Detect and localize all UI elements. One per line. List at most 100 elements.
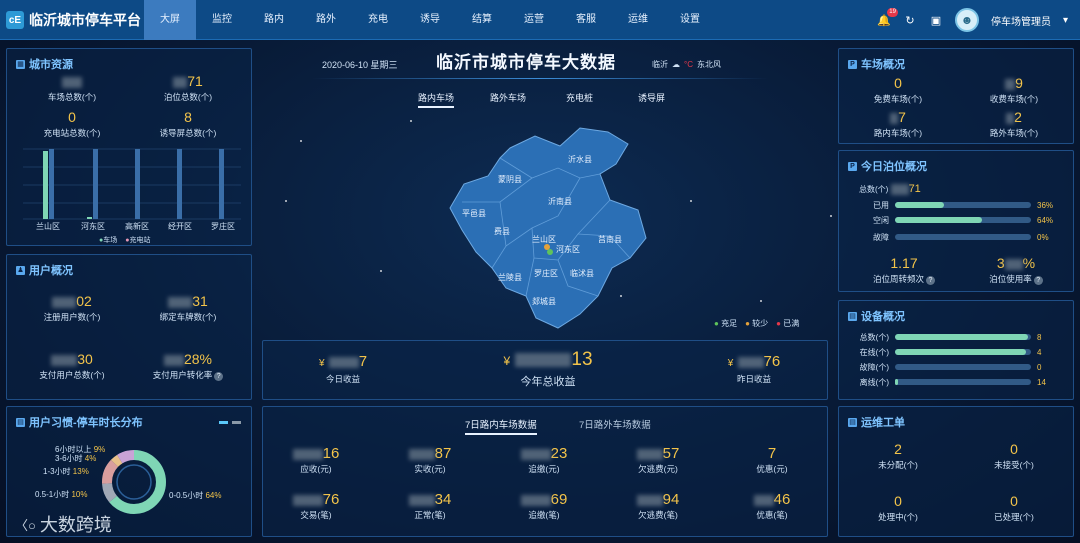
nav-item-guidance[interactable]: 诱导: [404, 0, 456, 40]
stat-usage-rate: 3% 泊位使用率?: [961, 255, 1071, 285]
help-icon[interactable]: ?: [214, 372, 224, 381]
refresh-icon[interactable]: ↻: [903, 13, 917, 27]
date-label: 2020-06-10 星期三: [322, 60, 398, 70]
help-icon[interactable]: ?: [1033, 276, 1043, 285]
weekly-data-panel: 7日路内车场数据 7日路外车场数据 16 应收(元) 87 实收(元) 23 追缴(元) 5…: [262, 406, 828, 537]
user-name[interactable]: 停车场管理员: [991, 13, 1051, 28]
chart-toggle[interactable]: [219, 421, 241, 424]
tab-guidance-screen[interactable]: 诱导屏: [638, 91, 665, 104]
chart-legend: ●车场 ●充电站: [99, 235, 150, 245]
weekly-stat: 94 欠逃费(笔): [636, 491, 680, 520]
duration-item: 6小时以上 9%: [55, 445, 106, 454]
bell-icon[interactable]: 🔔 19: [877, 8, 898, 27]
nav-item-monitor[interactable]: 监控: [196, 0, 248, 40]
stat-bound-plates: 31 绑定车牌数(个): [159, 293, 217, 322]
panel-title: 城市资源: [29, 59, 73, 71]
map-label: 蒙阴县: [498, 174, 522, 184]
stat-registered-users: 02 注册用户数(个): [43, 293, 101, 322]
stat-processing: 0 处理中(个): [878, 493, 918, 522]
map-marker-full: [544, 244, 550, 250]
nav-item-settlement[interactable]: 结算: [456, 0, 508, 40]
device-row: 故障(个) 0: [859, 362, 1042, 372]
legend-few: ● 较少: [745, 319, 769, 328]
berth-free-fill: [895, 217, 983, 223]
watermark-logo-icon: 〈○: [15, 517, 36, 533]
tab-offstreet-lot[interactable]: 路外车场: [490, 91, 526, 104]
map-legend: ● 充足 ● 较少 ● 已满: [714, 318, 799, 329]
bar-hedong-lot: [87, 217, 92, 219]
device-fill: [895, 379, 898, 385]
bar-lanshan-charge: [49, 149, 54, 219]
device-fill: [895, 334, 1029, 340]
panel-title: 运维工单: [861, 417, 905, 429]
map-label: 沂南县: [548, 196, 572, 206]
weekly-stat: 69 追缴(笔): [499, 491, 589, 521]
center-header: 2020-06-10 星期三 临沂市城市停车大数据 临沂 ☁ °C 东北风: [312, 44, 768, 82]
clipboard-icon: ▤: [848, 417, 857, 427]
nav-item-customer-service[interactable]: 客服: [560, 0, 612, 40]
panel-title: 用户习惯-停车时长分布: [29, 417, 143, 429]
stat-conversion-rate: 28% 支付用户转化率?: [133, 351, 243, 381]
stat-charging-total: 0 充电站总数(个): [43, 109, 101, 138]
bar-jingkai-charge: [177, 149, 182, 219]
device-row: 总数(个) 8: [859, 332, 1042, 342]
berth-used-row: 已用 36%: [873, 200, 1054, 210]
tab-weekly-offstreet[interactable]: 7日路外车场数据: [579, 417, 651, 431]
stat-turnover: 1.17 泊位周转频次?: [849, 255, 959, 285]
nav-item-operations[interactable]: 运营: [508, 0, 560, 40]
revenue-today: ¥ 7 今日收益: [318, 353, 368, 384]
weekly-stat: 34 正常(笔): [385, 491, 475, 521]
weekly-stat: 23 追缴(元): [499, 445, 589, 475]
chart-icon: ▤: [16, 417, 25, 427]
bar-lanshan-lot: [43, 151, 48, 219]
nav-item-dashboard[interactable]: 大屏: [144, 0, 196, 40]
device-row: 在线(个) 4: [859, 347, 1042, 357]
tab-onstreet-lot[interactable]: 路内车场: [418, 91, 455, 108]
panel-title: 车场概况: [861, 59, 905, 71]
map-label: 兰山区: [532, 234, 556, 244]
weekly-stat: 57 欠逃费(元): [636, 445, 680, 474]
app-logo[interactable]: cE 临沂城市停车平台: [6, 10, 141, 30]
weekly-stat: 46 优惠(笔): [727, 491, 817, 521]
bar-hedong-charge: [93, 149, 98, 219]
tab-weekly-onstreet[interactable]: 7日路内车场数据: [465, 417, 537, 435]
watermark: 〈○ 大数跨境: [15, 515, 112, 535]
help-icon[interactable]: ?: [926, 276, 935, 285]
nav-item-maintenance[interactable]: 运维: [612, 0, 664, 40]
tab-charging-pile[interactable]: 充电桩: [566, 91, 593, 104]
tick-gaoxin: 高新区: [125, 221, 149, 231]
device-row: 离线(个) 14: [859, 377, 1046, 387]
page-title: 临沂市城市停车大数据: [436, 53, 616, 72]
device-fill: [895, 349, 1026, 355]
legend-lot: ●车场: [99, 237, 118, 244]
tick-jingkai: 经开区: [168, 221, 192, 231]
lot-overview-panel: P 车场概况 0 免费车场(个) 9 收费车场(个) 7 路内车场(个) 2 路外车场(个…: [838, 48, 1074, 144]
stat-unassigned: 2 未分配(个): [878, 441, 918, 470]
panel-title: 用户概况: [29, 265, 73, 277]
duration-item: 1-3小时 13%: [43, 467, 89, 476]
stat-lot-total: 车场总数(个): [17, 73, 127, 103]
nav-item-charging[interactable]: 充电: [352, 0, 404, 40]
fullscreen-icon[interactable]: ▣: [929, 13, 943, 27]
linyi-map: 沂水县 蒙阴县 沂南县 平邑县 费县 兰山区 河东区 莒南县 罗庄区 兰陵县 临…: [449, 127, 647, 329]
weekly-stat: 87 实收(元): [385, 445, 475, 475]
weekly-stat: 16 应收(元): [271, 445, 361, 475]
city-resources-panel: ▦ 城市资源 车场总数(个) 71 泊位总数(个) 0 充电站总数(个) 8 诱导…: [6, 48, 252, 246]
chevron-down-icon[interactable]: ▾: [1063, 15, 1068, 26]
duration-item: 3-6小时 4%: [55, 454, 97, 463]
berth-free-row: 空闲 64%: [873, 215, 1054, 225]
nav-item-onstreet[interactable]: 路内: [248, 0, 300, 40]
nav-item-offstreet[interactable]: 路外: [300, 0, 352, 40]
avatar[interactable]: ☻: [954, 8, 979, 32]
berth-today-panel: P 今日泊位概况 总数(个) 71 已用 36% 空闲 64% 故障 0% 1.17 泊…: [838, 150, 1074, 292]
tick-luozhuang: 罗庄区: [211, 221, 235, 231]
map-label: 沂水县: [568, 154, 592, 164]
map-label: 莒南县: [598, 234, 622, 244]
nav-item-settings[interactable]: 设置: [664, 0, 716, 40]
weather: 临沂 ☁ °C 东北风: [652, 60, 721, 69]
parking-icon: P: [848, 161, 857, 171]
legend-ample: ● 充足: [714, 319, 738, 328]
building-icon: ▦: [16, 59, 25, 69]
map-label: 兰陵县: [498, 272, 522, 282]
berth-total: 总数(个) 71: [859, 183, 921, 196]
